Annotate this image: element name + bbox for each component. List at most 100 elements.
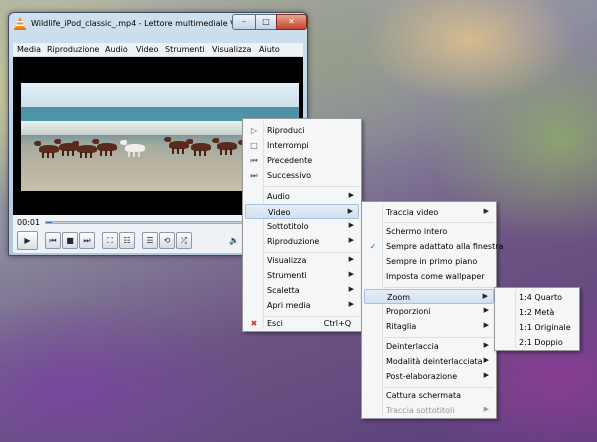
menu-item-proporzioni[interactable]: Proporzioni ▶: [364, 304, 494, 319]
menu-separator: [384, 222, 494, 223]
close-button[interactable]: ✕: [276, 14, 307, 30]
menu-item-precedente[interactable]: ⏮ Precedente: [245, 153, 359, 168]
menu-item-zoom[interactable]: Zoom ▶: [364, 289, 494, 304]
horse: [186, 139, 211, 156]
menu-item-zoom-meta[interactable]: 1:2 Metà: [497, 305, 577, 320]
menu-item-label: Sempre adattato alla finestra: [386, 242, 504, 251]
minimize-button[interactable]: –: [232, 14, 256, 30]
menu-item-label: 1:4 Quarto: [519, 293, 563, 302]
submenu-arrow-icon: ▶: [348, 236, 354, 244]
menu-item-label: Successivo: [267, 171, 312, 180]
seek-progress-fill: [46, 222, 52, 223]
menu-media[interactable]: Media: [17, 45, 41, 54]
submenu-arrow-icon: ▶: [348, 270, 354, 278]
menu-visualizza[interactable]: Visualizza: [212, 45, 251, 54]
menu-aiuto[interactable]: Aiuto: [259, 45, 280, 54]
menu-item-zoom-doppio[interactable]: 2:1 Doppio: [497, 335, 577, 350]
horse: [92, 139, 117, 156]
submenu-arrow-icon: ▶: [347, 207, 353, 215]
volume-icon[interactable]: 🔉: [229, 236, 239, 245]
menu-item-deinterlaccia[interactable]: Deinterlaccia ▶: [364, 339, 494, 354]
maximize-button[interactable]: □: [255, 14, 277, 30]
menu-item-label: Apri media: [267, 301, 311, 310]
video-submenu: Traccia video ▶ Schermo intero ✓ Sempre …: [361, 201, 504, 419]
menu-item-modalita-deinterlacciata[interactable]: Modalità deinterlacciata ▶: [364, 354, 494, 369]
menu-item-label: Imposta come wallpaper: [386, 272, 485, 281]
submenu-arrow-icon: ▶: [483, 321, 489, 329]
window-title: Wildlife_iPod_classic_.mp4 - Lettore mul…: [31, 19, 246, 28]
menu-item-ritaglia[interactable]: Ritaglia ▶: [364, 319, 494, 334]
submenu-arrow-icon: ▶: [483, 306, 489, 314]
zoom-submenu: 1:4 Quarto 1:2 Metà 1:1 Originale 2:1 Do…: [494, 287, 580, 351]
menu-item-sottotitolo[interactable]: Sottotitolo ▶: [245, 219, 359, 234]
menu-item-riproduzione[interactable]: Riproduzione ▶: [245, 234, 359, 249]
play-icon: ▷: [250, 126, 258, 135]
menu-item-label: Audio: [267, 192, 290, 201]
menu-item-label: Cattura schermata: [386, 391, 462, 400]
menu-item-label: Modalità deinterlacciata: [386, 357, 483, 366]
menu-item-video[interactable]: Video ▶: [245, 204, 359, 219]
checkmark-icon: ✓: [369, 242, 377, 251]
menu-item-imposta-wallpaper[interactable]: Imposta come wallpaper: [364, 269, 494, 284]
submenu-arrow-icon: ▶: [483, 405, 489, 413]
menu-item-label: Traccia sottotitoli: [386, 406, 455, 415]
random-button[interactable]: ⤮: [176, 232, 192, 249]
menu-item-label: 2:1 Doppio: [519, 338, 563, 347]
submenu-arrow-icon: ▶: [348, 191, 354, 199]
submenu-arrow-icon: ▶: [348, 255, 354, 263]
seek-slider[interactable]: [45, 221, 245, 224]
menu-item-label: Sottotitolo: [267, 222, 309, 231]
menu-item-label: Video: [268, 208, 291, 217]
menu-item-label: Schermo intero: [386, 227, 448, 236]
menu-item-label: Traccia video: [386, 208, 439, 217]
next-icon: ⏭: [250, 171, 258, 180]
menu-item-esci[interactable]: ✖ Esci Ctrl+Q: [245, 316, 359, 331]
horse: [212, 138, 237, 155]
menu-item-sempre-in-primo-piano[interactable]: Sempre in primo piano: [364, 254, 494, 269]
menu-riproduzione[interactable]: Riproduzione: [47, 45, 99, 54]
playlist-button[interactable]: ☰: [142, 232, 158, 249]
extended-settings-button[interactable]: ☷: [119, 232, 135, 249]
menu-item-label: 1:1 Originale: [519, 323, 571, 332]
menu-bar: Media Riproduzione Audio Video Strumenti…: [13, 43, 303, 57]
menu-item-label: Post-elaborazione: [386, 372, 458, 381]
stop-icon: □: [250, 141, 258, 150]
submenu-arrow-icon: ▶: [482, 292, 488, 300]
context-menu: ▷ Riproduci □ Interrompi ⏮ Precedente ⏭ …: [242, 118, 362, 332]
menu-item-zoom-originale[interactable]: 1:1 Originale: [497, 320, 577, 335]
menu-separator: [265, 186, 359, 187]
menu-item-label: Visualizza: [267, 256, 307, 265]
menu-audio[interactable]: Audio: [105, 45, 128, 54]
menu-item-audio[interactable]: Audio ▶: [245, 189, 359, 204]
play-button[interactable]: ▶: [17, 231, 38, 250]
previous-button[interactable]: ⏮: [45, 232, 61, 249]
menu-item-successivo[interactable]: ⏭ Successivo: [245, 168, 359, 183]
menu-item-interrompi[interactable]: □ Interrompi: [245, 138, 359, 153]
title-bar[interactable]: Wildlife_iPod_classic_.mp4 - Lettore mul…: [9, 13, 307, 35]
menu-item-visualizza[interactable]: Visualizza ▶: [245, 253, 359, 268]
submenu-arrow-icon: ▶: [483, 341, 489, 349]
menu-item-riproduci[interactable]: ▷ Riproduci: [245, 123, 359, 138]
menu-item-cattura-schermata[interactable]: Cattura schermata: [364, 388, 494, 403]
menu-item-strumenti[interactable]: Strumenti ▶: [245, 268, 359, 283]
vlc-cone-icon: [14, 17, 26, 30]
previous-icon: ⏮: [250, 156, 258, 165]
menu-item-post-elaborazione[interactable]: Post-elaborazione ▶: [364, 369, 494, 384]
loop-button[interactable]: ⟲: [159, 232, 175, 249]
menu-separator: [384, 287, 494, 288]
fullscreen-button[interactable]: ⛶: [102, 232, 118, 249]
menu-strumenti[interactable]: Strumenti: [165, 45, 205, 54]
menu-item-scaletta[interactable]: Scaletta ▶: [245, 283, 359, 298]
submenu-arrow-icon: ▶: [483, 207, 489, 215]
next-button[interactable]: ⏭: [79, 232, 95, 249]
menu-item-label: Ritaglia: [386, 322, 417, 331]
elapsed-time: 00:01: [17, 218, 41, 227]
menu-item-label: Precedente: [267, 156, 313, 165]
menu-item-traccia-video[interactable]: Traccia video ▶: [364, 205, 494, 220]
menu-video[interactable]: Video: [136, 45, 158, 54]
menu-item-schermo-intero[interactable]: Schermo intero: [364, 224, 494, 239]
menu-item-apri-media[interactable]: Apri media ▶: [245, 298, 359, 313]
stop-button[interactable]: ■: [62, 232, 78, 249]
menu-item-sempre-adattato[interactable]: ✓ Sempre adattato alla finestra: [364, 239, 504, 254]
menu-item-zoom-quarto[interactable]: 1:4 Quarto: [497, 290, 577, 305]
